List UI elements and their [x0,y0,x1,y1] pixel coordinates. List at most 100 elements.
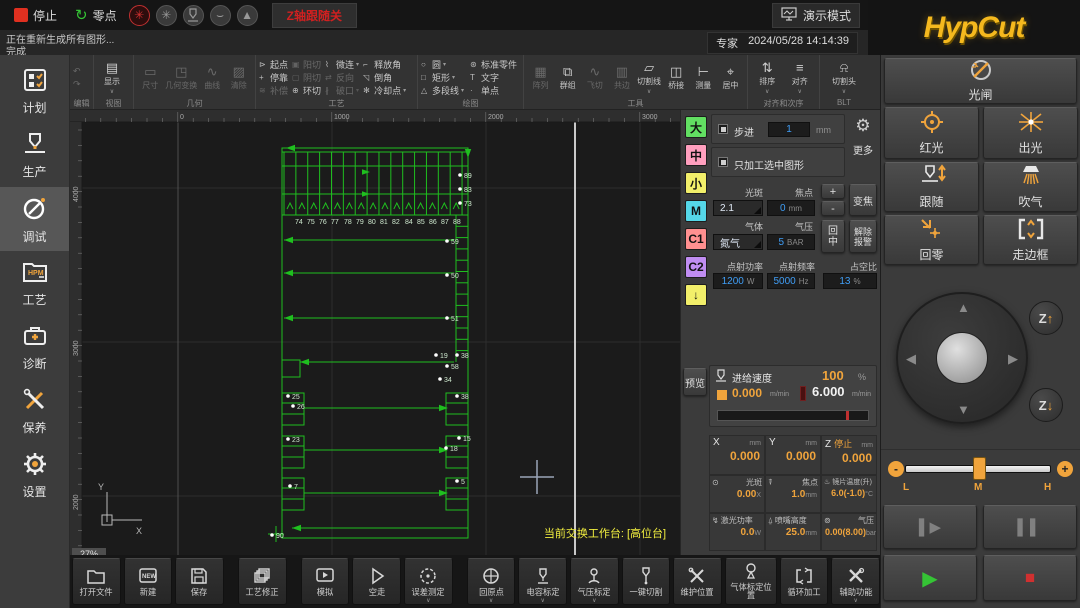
curve-button[interactable]: ∿曲线 [199,64,226,91]
size-button[interactable]: ▭尺寸 [137,64,164,91]
release-angle-button[interactable]: ⌐释放角 [363,59,406,71]
flycut-button[interactable]: ∿飞切 [581,64,608,91]
error-measure-button[interactable]: 误差测定∨ [404,558,453,605]
jog-left-arrow[interactable]: ◀ [906,351,916,367]
simulate-button[interactable]: 模拟 [301,558,350,605]
layer-button-c2[interactable]: C2 [685,256,707,278]
one-key-cut-button[interactable]: 一键切割 [622,558,671,605]
sort-button[interactable]: ⇅排序∨ [751,60,784,95]
jog-pad[interactable]: ▲ ▼ ◀ ▶ [896,292,1028,424]
sidebar-item-settings[interactable]: 设置 [0,443,69,507]
draw-rect-button[interactable]: □矩形▾ [421,72,464,84]
pressure-calib-button[interactable]: 气压标定∨ [570,558,619,605]
gap-button[interactable]: ∦破口▾ [325,85,359,97]
clear-button[interactable]: ▨清除 [225,64,252,91]
jog-up-arrow[interactable]: ▲ [957,300,970,315]
nozzle-icon[interactable] [183,5,204,26]
draw-circle-button[interactable]: ○圆▾ [421,59,464,71]
maintain-pos-button[interactable]: 维护位置 [673,558,722,605]
redo-icon[interactable]: ↷ [73,78,81,90]
compensation-button[interactable]: ≋补偿 [259,85,288,97]
speed-slider-handle[interactable] [973,457,986,480]
capacitance-calib-button[interactable]: 电容标定∨ [518,558,567,605]
burst-power-value[interactable]: 1200W [713,273,763,289]
burst-freq-value[interactable]: 5000Hz [767,273,815,289]
step-run-button[interactable]: ▌▶ [883,505,977,549]
gas-dropdown[interactable]: 氮气 [713,234,763,250]
single-point-button[interactable]: ·单点 [470,85,517,97]
group-button[interactable]: ⧉群组 [554,64,581,91]
dry-run-button[interactable]: 空走 [352,558,401,605]
microjoint-button[interactable]: ⌇微连▾ [325,59,359,71]
cad-canvas[interactable]: 0 1000 2000 3000 4000 3000 2000 [70,110,680,555]
speed-plus-button[interactable]: + [1057,461,1073,477]
align-button[interactable]: ≡对齐∨ [784,60,817,95]
sidebar-item-process[interactable]: HPM 工艺 [0,251,69,315]
center-return-button[interactable]: 回中 [821,220,845,253]
open-file-button[interactable]: 打开文件 [72,558,121,605]
standard-part-button[interactable]: ⊛标准零件 [470,59,517,71]
laser-on-button[interactable]: 出光 [983,107,1078,159]
speed-minus-button[interactable]: - [888,461,904,477]
z-up-button[interactable]: Z↑ [1029,301,1063,335]
layer-button-medium[interactable]: 中 [685,144,707,166]
female-cut-button[interactable]: ▢阴切 [292,72,321,84]
cooling-point-button[interactable]: ✻冷却点▾ [363,85,406,97]
reverse-button[interactable]: ⇄反向 [325,72,359,84]
measure-button[interactable]: ⊢测量 [690,64,717,91]
male-cut-button[interactable]: ▣阳切 [292,59,321,71]
layer-button-c1[interactable]: C1 [685,228,707,250]
blow-air-button[interactable]: 吹气 [983,162,1078,212]
text-button[interactable]: T文字 [470,72,517,84]
feed-slider[interactable] [717,410,869,421]
cutline-button[interactable]: ▱切割线∨ [636,60,663,95]
more-zone[interactable]: ⚙ 更多 [849,116,877,176]
chamfer-button[interactable]: ◹倒角 [363,72,406,84]
shutter-button[interactable]: 光闸 [884,58,1077,104]
spot-dropdown[interactable]: 2.1 [713,200,763,216]
layer-button-m[interactable]: M [685,200,707,222]
focus-minus-button[interactable]: - [821,201,845,216]
aux-func-button[interactable]: 辅助功能∨ [831,558,880,605]
start-point-button[interactable]: ⊳起点 [259,59,288,71]
follow-button[interactable]: 跟随 [884,162,979,212]
origin-return-button[interactable]: 回原点∨ [467,558,516,605]
z-down-button[interactable]: Z↓ [1029,388,1063,422]
zoom-focus-button[interactable]: 变焦 [849,184,877,216]
coedge-button[interactable]: ▥共边 [608,64,635,91]
step-value[interactable]: 1 [768,122,810,137]
cutting-head-button[interactable]: ⍾切割头∨ [823,60,865,95]
center-button[interactable]: ⌖居中 [717,64,744,91]
jog-knob[interactable] [936,332,988,384]
loop-process-button[interactable]: 循环加工 [780,558,829,605]
laser-disabled-icon[interactable]: ✳ [129,5,150,26]
new-file-button[interactable]: NEW新建 [124,558,173,605]
sidebar-item-maintenance[interactable]: 保养 [0,379,69,443]
return-zero-button[interactable]: 回零 [884,215,979,265]
step-checkbox[interactable] [718,124,728,134]
pause-button[interactable]: ▌▌ [983,505,1077,549]
layer-button-down[interactable]: ↓ [685,284,707,306]
red-light-button[interactable]: 红光 [884,107,979,159]
bridge-button[interactable]: ◫桥接 [663,64,690,91]
array-button[interactable]: ▦阵列 [527,64,554,91]
focus-value[interactable]: 0mm [767,200,815,216]
stop-button[interactable]: 停止 [8,5,63,26]
layer-button-small[interactable]: 小 [685,172,707,194]
save-button[interactable]: 保存 [175,558,224,605]
layer-button-large[interactable]: 大 [685,116,707,138]
jog-down-arrow[interactable]: ▼ [957,402,970,417]
ring-cut-button[interactable]: ⊕环切 [292,85,321,97]
frame-run-button[interactable]: 走边框 [983,215,1078,265]
sidebar-item-plan[interactable]: 计划 [0,59,69,123]
display-button[interactable]: ▤显示∨ [97,60,127,95]
sidebar-item-production[interactable]: 生产 [0,123,69,187]
dock-button[interactable]: +停靠 [259,72,288,84]
focus-plus-button[interactable]: + [821,184,845,199]
only-selected-checkbox[interactable] [718,157,728,167]
process-correct-button[interactable]: 工艺修正 [238,558,287,605]
start-button[interactable]: ▶ [883,555,977,601]
preview-tab[interactable]: 预览 [683,368,707,396]
sidebar-item-diagnosis[interactable]: 诊断 [0,315,69,379]
follow-curve-icon[interactable]: ⌣ [210,5,231,26]
